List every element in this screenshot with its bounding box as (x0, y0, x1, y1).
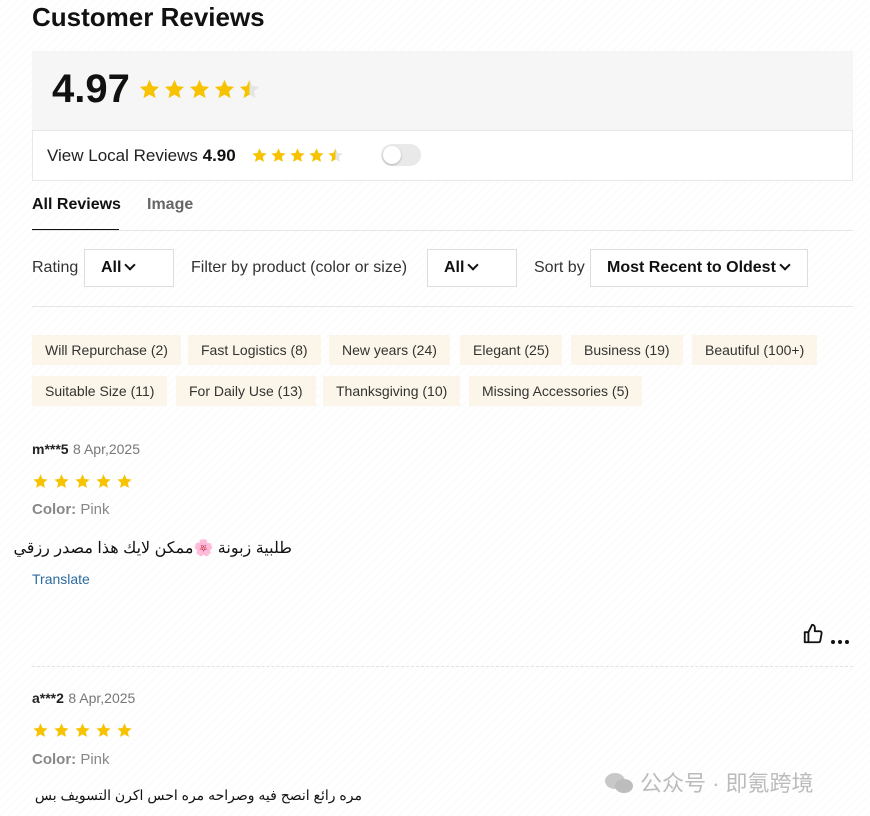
tab-image[interactable]: Image (147, 196, 193, 214)
review-stars (32, 473, 133, 490)
overall-score: 4.97 (52, 67, 130, 111)
product-filter-label: Filter by product (color or size) (191, 259, 408, 276)
watermark: 公众号 · 即氪跨境 (604, 766, 814, 801)
star-icon (239, 79, 260, 99)
review-date: 8 Apr,2025 (73, 441, 140, 457)
star-icon (189, 79, 210, 99)
star-icon (96, 723, 111, 737)
review-text: طلبية زبونة 🌸ممكن لايك هذا مصدر رزقي (13, 540, 292, 557)
star-icon (75, 723, 90, 737)
local-reviews-label: View Local Reviews 4.90 (47, 146, 236, 165)
star-icon (33, 474, 48, 488)
overall-rating-panel: 4.97 (32, 51, 853, 130)
review-header: a***2 8 Apr,2025 (32, 690, 135, 708)
reviewer-name: m***5 (32, 441, 69, 457)
overall-stars (138, 78, 261, 101)
toggle-knob[interactable] (383, 146, 401, 164)
tab-all-reviews[interactable]: All Reviews (32, 196, 121, 214)
tag-missing-accessories[interactable]: Missing Accessories (5) (469, 376, 643, 406)
review-color: Color: Pink (32, 751, 110, 768)
more-icon[interactable] (830, 632, 850, 650)
tag-business[interactable]: Business (19) (571, 335, 683, 365)
wechat-icon (604, 771, 634, 801)
tag-will-repurchase[interactable]: Will Repurchase (2) (32, 335, 181, 365)
star-icon (328, 148, 343, 162)
review-stars (32, 722, 133, 739)
star-icon (309, 148, 324, 162)
star-icon (117, 723, 132, 737)
star-icon (117, 474, 132, 488)
review-date: 8 Apr,2025 (68, 690, 136, 706)
star-icon (96, 474, 111, 488)
rating-filter-label: Rating (32, 259, 79, 276)
local-reviews-toggle[interactable] (381, 144, 421, 166)
tabs-divider (32, 230, 853, 231)
star-icon (290, 148, 305, 162)
review-divider (32, 666, 853, 667)
star-icon (252, 148, 267, 162)
rating-filter-select[interactable]: All (84, 249, 174, 287)
tag-for-daily-use[interactable]: For Daily Use (13) (176, 376, 316, 406)
chevron-down-icon (467, 259, 480, 271)
star-icon (164, 79, 185, 99)
tag-beautiful[interactable]: Beautiful (100+) (692, 335, 818, 365)
tag-thanksgiving[interactable]: Thanksgiving (10) (323, 376, 461, 406)
product-filter-select[interactable]: All (427, 249, 517, 287)
local-score: 4.90 (202, 146, 236, 165)
review-color: Color: Pink (32, 501, 110, 518)
translate-link[interactable]: Translate (32, 571, 90, 587)
tag-elegant[interactable]: Elegant (25) (460, 335, 563, 365)
filters-divider (32, 306, 853, 307)
tag-suitable-size[interactable]: Suitable Size (11) (32, 376, 168, 406)
thumbs-up-icon[interactable] (802, 623, 824, 650)
chevron-down-icon (779, 259, 791, 271)
star-icon (271, 148, 286, 162)
review-header: m***5 8 Apr,2025 (32, 441, 140, 459)
star-icon (54, 723, 69, 737)
local-stars (251, 147, 344, 164)
sort-select[interactable]: Most Recent to Oldest (590, 249, 808, 287)
star-icon (54, 474, 69, 488)
reviewer-name: a***2 (32, 690, 64, 706)
tag-new-years[interactable]: New years (24) (329, 335, 450, 365)
local-reviews-panel: View Local Reviews 4.90 (32, 130, 853, 181)
page-title: Customer Reviews (32, 2, 265, 32)
star-icon (33, 723, 48, 737)
sort-label: Sort by (534, 259, 585, 276)
star-icon (214, 79, 235, 99)
star-icon (139, 79, 160, 99)
star-icon (75, 474, 90, 488)
tag-fast-logistics[interactable]: Fast Logistics (8) (188, 335, 321, 365)
review-text: مره رائع انصح فيه وصراحه مره احس اكرن ال… (34, 787, 362, 803)
chevron-down-icon (124, 259, 137, 271)
